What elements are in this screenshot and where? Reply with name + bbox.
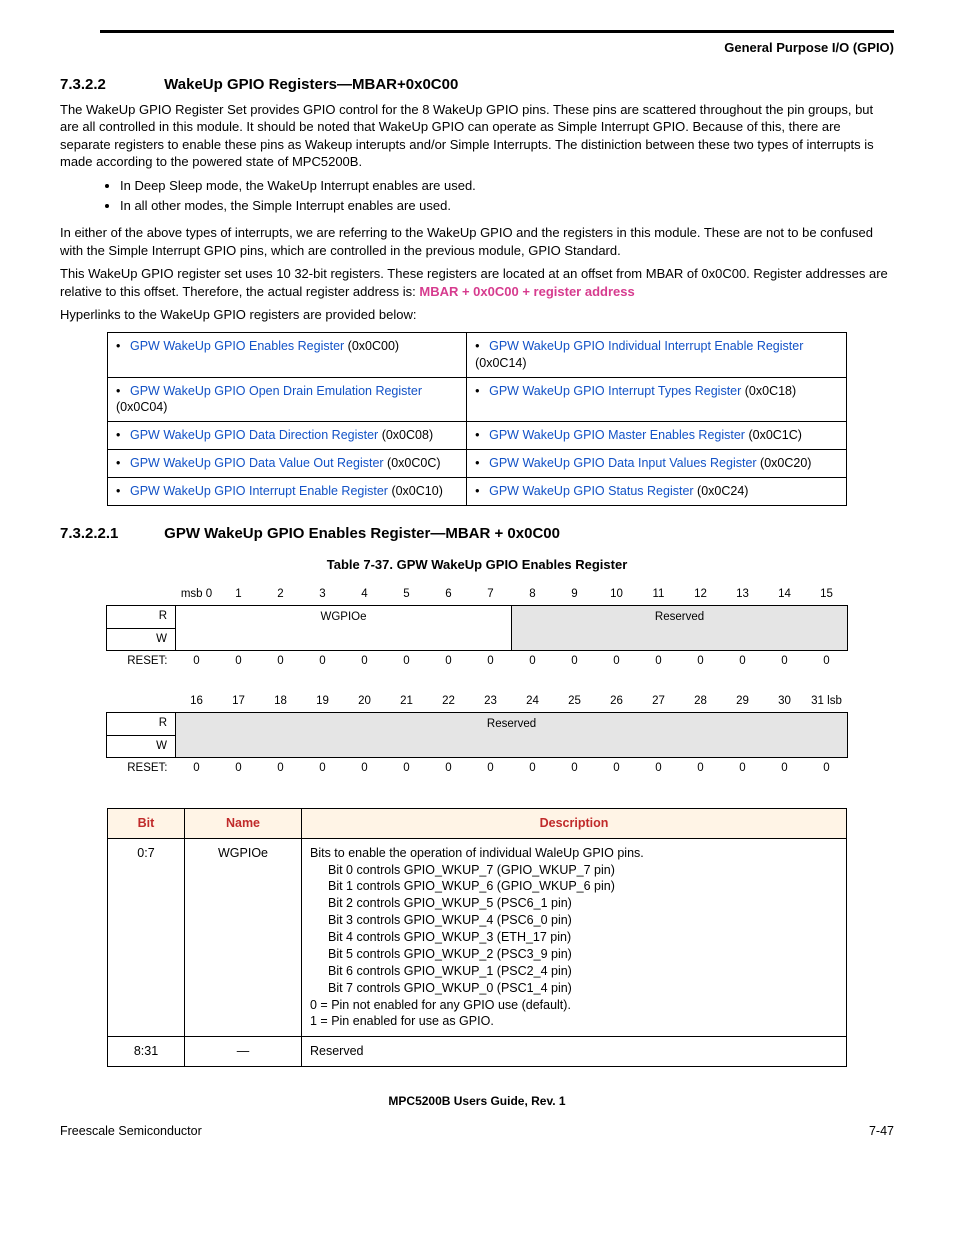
register-link[interactable]: GPW WakeUp GPIO Interrupt Enable Registe… <box>130 484 388 498</box>
field-wgpioe: WGPIOe <box>176 606 512 629</box>
read-row: R WGPIOe Reserved <box>107 606 848 629</box>
list-item: In all other modes, the Simple Interrupt… <box>120 197 894 215</box>
register-offset: (0x0C08) <box>378 428 433 442</box>
register-offset: (0x0C1C) <box>745 428 802 442</box>
register-link[interactable]: GPW WakeUp GPIO Master Enables Register <box>489 428 745 442</box>
bitfield-diagram-upper: msb 0123456789101112131415 R WGPIOe Rese… <box>60 584 894 673</box>
bit-range: 0:7 <box>108 838 185 1037</box>
footer-page: 7-47 <box>869 1123 894 1140</box>
register-link[interactable]: GPW WakeUp GPIO Open Drain Emulation Reg… <box>130 384 422 398</box>
bit-numbers-row: 16171819202122232425262728293031 lsb <box>107 691 848 713</box>
bullet-list: In Deep Sleep mode, the WakeUp Interrupt… <box>120 177 894 214</box>
field-reserved: Reserved <box>512 606 848 629</box>
footer-title: MPC5200B Users Guide, Rev. 1 <box>60 1093 894 1109</box>
col-bit: Bit <box>108 808 185 838</box>
register-link[interactable]: GPW WakeUp GPIO Interrupt Types Register <box>489 384 741 398</box>
section-number: 7.3.2.2 <box>60 75 160 95</box>
register-link[interactable]: GPW WakeUp GPIO Data Value Out Register <box>130 456 384 470</box>
subsection-number: 7.3.2.2.1 <box>60 524 160 544</box>
col-description: Description <box>302 808 847 838</box>
paragraph: Hyperlinks to the WakeUp GPIO registers … <box>60 306 894 324</box>
register-link[interactable]: GPW WakeUp GPIO Enables Register <box>130 339 344 353</box>
register-link[interactable]: GPW WakeUp GPIO Data Direction Register <box>130 428 378 442</box>
link-cell: •GPW WakeUp GPIO Interrupt Enable Regist… <box>108 478 467 506</box>
reset-row: RESET: 0000000000000000 <box>107 651 848 673</box>
paragraph: This WakeUp GPIO register set uses 10 32… <box>60 265 894 300</box>
register-link[interactable]: GPW WakeUp GPIO Data Input Values Regist… <box>489 456 756 470</box>
section-heading: 7.3.2.2 WakeUp GPIO Registers—MBAR+0x0C0… <box>60 75 894 95</box>
field-description: Reserved <box>302 1037 847 1067</box>
link-cell: •GPW WakeUp GPIO Open Drain Emulation Re… <box>108 377 467 422</box>
link-cell: •GPW WakeUp GPIO Enables Register (0x0C0… <box>108 332 467 377</box>
register-link[interactable]: GPW WakeUp GPIO Individual Interrupt Ena… <box>489 339 803 353</box>
bitfield-diagram-lower: 16171819202122232425262728293031 lsb R R… <box>60 691 894 780</box>
register-offset: (0x0C18) <box>741 384 796 398</box>
link-cell: •GPW WakeUp GPIO Master Enables Register… <box>467 422 847 450</box>
col-name: Name <box>185 808 302 838</box>
list-item: In Deep Sleep mode, the WakeUp Interrupt… <box>120 177 894 195</box>
link-cell: •GPW WakeUp GPIO Data Direction Register… <box>108 422 467 450</box>
bit-numbers-row: msb 0123456789101112131415 <box>107 584 848 606</box>
link-cell: •GPW WakeUp GPIO Individual Interrupt En… <box>467 332 847 377</box>
field-name: WGPIOe <box>185 838 302 1037</box>
register-offset: (0x0C24) <box>694 484 749 498</box>
link-cell: •GPW WakeUp GPIO Data Value Out Register… <box>108 450 467 478</box>
paragraph: In either of the above types of interrup… <box>60 224 894 259</box>
register-offset: (0x0C04) <box>116 400 167 414</box>
bit-range: 8:31 <box>108 1037 185 1067</box>
table-row: 8:31 — Reserved <box>108 1037 847 1067</box>
table-row: 0:7 WGPIOe Bits to enable the operation … <box>108 838 847 1037</box>
write-row: W <box>107 628 848 651</box>
page-top-rule <box>100 30 894 33</box>
field-reserved: Reserved <box>176 713 848 736</box>
hyperlinks-table: •GPW WakeUp GPIO Enables Register (0x0C0… <box>107 332 847 506</box>
footer-row: Freescale Semiconductor 7-47 <box>60 1123 894 1140</box>
section-title: WakeUp GPIO Registers—MBAR+0x0C00 <box>164 76 458 93</box>
read-row: R Reserved <box>107 713 848 736</box>
write-row: W <box>107 735 848 758</box>
register-offset: (0x0C20) <box>757 456 812 470</box>
table-caption: Table 7-37. GPW WakeUp GPIO Enables Regi… <box>60 556 894 574</box>
field-description: Bits to enable the operation of individu… <box>302 838 847 1037</box>
register-offset: (0x0C14) <box>475 356 526 370</box>
reset-row: RESET: 0000000000000000 <box>107 758 848 780</box>
register-offset: (0x0C0C) <box>384 456 441 470</box>
paragraph: The WakeUp GPIO Register Set provides GP… <box>60 101 894 171</box>
link-cell: •GPW WakeUp GPIO Status Register (0x0C24… <box>467 478 847 506</box>
bit-description-table: Bit Name Description 0:7 WGPIOe Bits to … <box>107 808 847 1067</box>
register-address-formula: MBAR + 0x0C00 + register address <box>419 284 634 299</box>
subsection-heading: 7.3.2.2.1 GPW WakeUp GPIO Enables Regist… <box>60 524 894 544</box>
link-cell: •GPW WakeUp GPIO Interrupt Types Registe… <box>467 377 847 422</box>
table-header-row: Bit Name Description <box>108 808 847 838</box>
field-name: — <box>185 1037 302 1067</box>
footer-left: Freescale Semiconductor <box>60 1123 202 1140</box>
link-cell: •GPW WakeUp GPIO Data Input Values Regis… <box>467 450 847 478</box>
subsection-title: GPW WakeUp GPIO Enables Register—MBAR + … <box>164 525 560 542</box>
register-link[interactable]: GPW WakeUp GPIO Status Register <box>489 484 693 498</box>
register-offset: (0x0C00) <box>344 339 399 353</box>
register-offset: (0x0C10) <box>388 484 443 498</box>
chapter-header: General Purpose I/O (GPIO) <box>60 39 894 57</box>
